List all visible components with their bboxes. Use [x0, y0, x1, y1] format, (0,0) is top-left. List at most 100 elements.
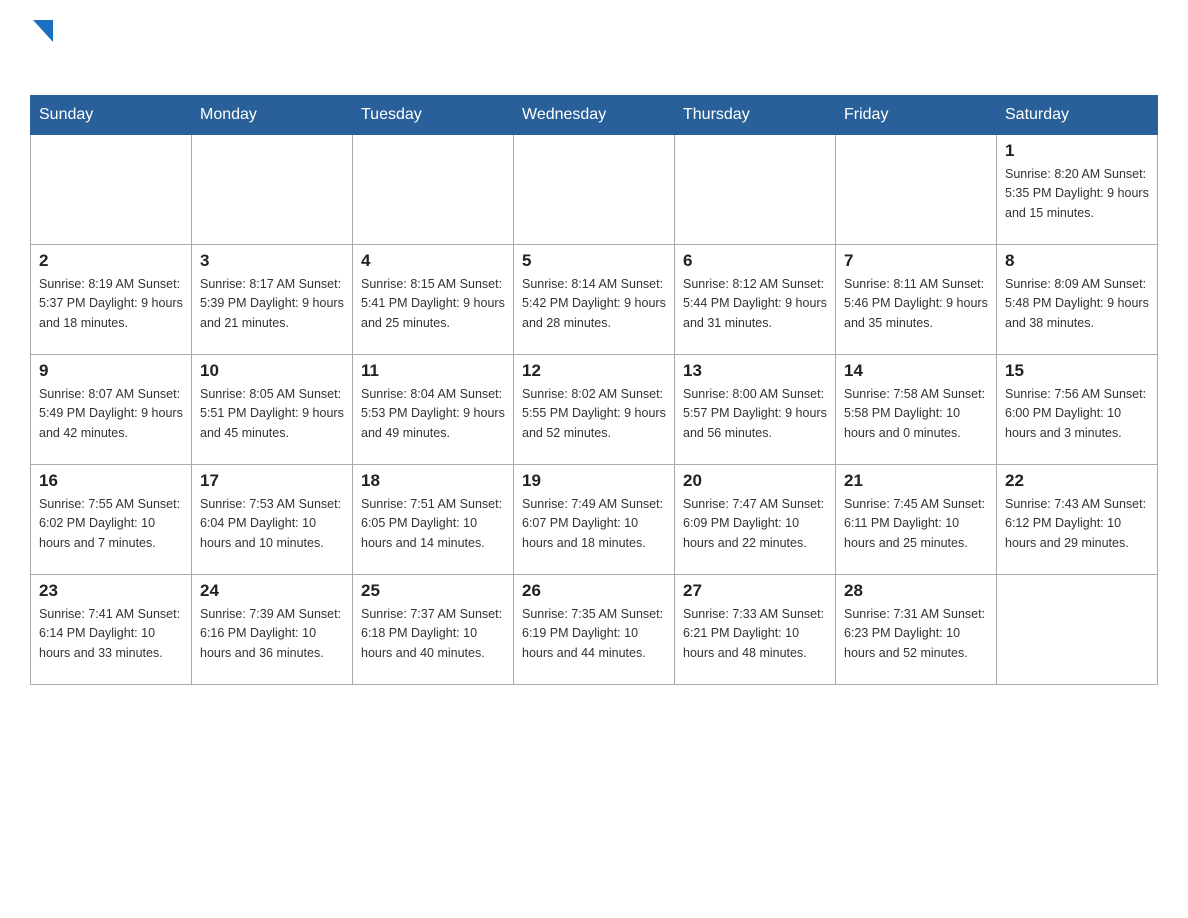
- calendar-cell: 7 Sunrise: 8:11 AM Sunset: 5:46 PM Daylig…: [836, 245, 997, 355]
- calendar-body: 1 Sunrise: 8:20 AM Sunset: 5:35 PM Daylig…: [31, 135, 1158, 685]
- day-info: Sunrise: 7:51 AM Sunset: 6:05 PM Dayligh…: [361, 495, 505, 553]
- header-sunday: Sunday: [31, 96, 192, 135]
- calendar-cell: [192, 135, 353, 245]
- calendar-cell: [31, 135, 192, 245]
- day-number: 3: [200, 251, 344, 271]
- calendar-cell: 14 Sunrise: 7:58 AM Sunset: 5:58 PM Dayli…: [836, 355, 997, 465]
- day-info: Sunrise: 7:37 AM Sunset: 6:18 PM Dayligh…: [361, 605, 505, 663]
- day-number: 27: [683, 581, 827, 601]
- day-number: 19: [522, 471, 666, 491]
- day-number: 1: [1005, 141, 1149, 161]
- calendar-cell: 13 Sunrise: 8:00 AM Sunset: 5:57 PM Dayli…: [675, 355, 836, 465]
- calendar-cell: 24 Sunrise: 7:39 AM Sunset: 6:16 PM Dayli…: [192, 575, 353, 685]
- calendar-cell: [675, 135, 836, 245]
- day-number: 7: [844, 251, 988, 271]
- header-saturday: Saturday: [997, 96, 1158, 135]
- day-number: 17: [200, 471, 344, 491]
- header-friday: Friday: [836, 96, 997, 135]
- day-number: 12: [522, 361, 666, 381]
- calendar-cell: 10 Sunrise: 8:05 AM Sunset: 5:51 PM Dayli…: [192, 355, 353, 465]
- day-info: Sunrise: 7:49 AM Sunset: 6:07 PM Dayligh…: [522, 495, 666, 553]
- day-number: 14: [844, 361, 988, 381]
- day-info: Sunrise: 7:53 AM Sunset: 6:04 PM Dayligh…: [200, 495, 344, 553]
- calendar-cell: 22 Sunrise: 7:43 AM Sunset: 6:12 PM Dayli…: [997, 465, 1158, 575]
- page-header: [30, 20, 1158, 79]
- day-number: 16: [39, 471, 183, 491]
- calendar-cell: 23 Sunrise: 7:41 AM Sunset: 6:14 PM Dayli…: [31, 575, 192, 685]
- day-info: Sunrise: 8:11 AM Sunset: 5:46 PM Dayligh…: [844, 275, 988, 333]
- calendar-cell: 4 Sunrise: 8:15 AM Sunset: 5:41 PM Daylig…: [353, 245, 514, 355]
- day-info: Sunrise: 7:58 AM Sunset: 5:58 PM Dayligh…: [844, 385, 988, 443]
- calendar-cell: 9Sunrise: 8:07 AM Sunset: 5:49 PM Daylig…: [31, 355, 192, 465]
- calendar-cell: 18 Sunrise: 7:51 AM Sunset: 6:05 PM Dayli…: [353, 465, 514, 575]
- calendar-cell: 12 Sunrise: 8:02 AM Sunset: 5:55 PM Dayli…: [514, 355, 675, 465]
- day-number: 2: [39, 251, 183, 271]
- calendar-cell: 5 Sunrise: 8:14 AM Sunset: 5:42 PM Daylig…: [514, 245, 675, 355]
- calendar-cell: 25 Sunrise: 7:37 AM Sunset: 6:18 PM Dayli…: [353, 575, 514, 685]
- calendar-cell: [997, 575, 1158, 685]
- calendar-cell: 27 Sunrise: 7:33 AM Sunset: 6:21 PM Dayli…: [675, 575, 836, 685]
- day-number: 5: [522, 251, 666, 271]
- day-info: Sunrise: 8:19 AM Sunset: 5:37 PM Dayligh…: [39, 275, 183, 333]
- header-wednesday: Wednesday: [514, 96, 675, 135]
- logo: [30, 20, 53, 79]
- header-tuesday: Tuesday: [353, 96, 514, 135]
- day-info: Sunrise: 7:33 AM Sunset: 6:21 PM Dayligh…: [683, 605, 827, 663]
- day-info: Sunrise: 8:05 AM Sunset: 5:51 PM Dayligh…: [200, 385, 344, 443]
- day-info: Sunrise: 8:07 AM Sunset: 5:49 PM Dayligh…: [39, 385, 183, 443]
- calendar-cell: 2 Sunrise: 8:19 AM Sunset: 5:37 PM Daylig…: [31, 245, 192, 355]
- calendar-header: Sunday Monday Tuesday Wednesday Thursday…: [31, 96, 1158, 135]
- day-info: Sunrise: 8:15 AM Sunset: 5:41 PM Dayligh…: [361, 275, 505, 333]
- day-number: 11: [361, 361, 505, 381]
- day-number: 25: [361, 581, 505, 601]
- day-number: 26: [522, 581, 666, 601]
- calendar-cell: 28 Sunrise: 7:31 AM Sunset: 6:23 PM Dayli…: [836, 575, 997, 685]
- calendar-cell: [514, 135, 675, 245]
- calendar-cell: 16 Sunrise: 7:55 AM Sunset: 6:02 PM Dayli…: [31, 465, 192, 575]
- day-info: Sunrise: 7:41 AM Sunset: 6:14 PM Dayligh…: [39, 605, 183, 663]
- day-info: Sunrise: 7:56 AM Sunset: 6:00 PM Dayligh…: [1005, 385, 1149, 443]
- day-number: 20: [683, 471, 827, 491]
- day-number: 28: [844, 581, 988, 601]
- day-number: 22: [1005, 471, 1149, 491]
- calendar-cell: 26 Sunrise: 7:35 AM Sunset: 6:19 PM Dayli…: [514, 575, 675, 685]
- calendar-cell: 1 Sunrise: 8:20 AM Sunset: 5:35 PM Daylig…: [997, 135, 1158, 245]
- day-info: Sunrise: 7:47 AM Sunset: 6:09 PM Dayligh…: [683, 495, 827, 553]
- day-number: 6: [683, 251, 827, 271]
- day-info: Sunrise: 8:02 AM Sunset: 5:55 PM Dayligh…: [522, 385, 666, 443]
- day-info: Sunrise: 8:09 AM Sunset: 5:48 PM Dayligh…: [1005, 275, 1149, 333]
- day-info: Sunrise: 7:39 AM Sunset: 6:16 PM Dayligh…: [200, 605, 344, 663]
- day-number: 24: [200, 581, 344, 601]
- calendar-cell: 20 Sunrise: 7:47 AM Sunset: 6:09 PM Dayli…: [675, 465, 836, 575]
- calendar-cell: 21 Sunrise: 7:45 AM Sunset: 6:11 PM Dayli…: [836, 465, 997, 575]
- day-info: Sunrise: 7:55 AM Sunset: 6:02 PM Dayligh…: [39, 495, 183, 553]
- day-number: 18: [361, 471, 505, 491]
- day-info: Sunrise: 8:12 AM Sunset: 5:44 PM Dayligh…: [683, 275, 827, 333]
- calendar-cell: 17 Sunrise: 7:53 AM Sunset: 6:04 PM Dayli…: [192, 465, 353, 575]
- calendar-cell: 15 Sunrise: 7:56 AM Sunset: 6:00 PM Dayli…: [997, 355, 1158, 465]
- calendar-cell: 3 Sunrise: 8:17 AM Sunset: 5:39 PM Daylig…: [192, 245, 353, 355]
- header-monday: Monday: [192, 96, 353, 135]
- day-number: 10: [200, 361, 344, 381]
- day-number: 8: [1005, 251, 1149, 271]
- calendar-cell: [353, 135, 514, 245]
- day-info: Sunrise: 7:31 AM Sunset: 6:23 PM Dayligh…: [844, 605, 988, 663]
- day-number: 21: [844, 471, 988, 491]
- day-info: Sunrise: 8:04 AM Sunset: 5:53 PM Dayligh…: [361, 385, 505, 443]
- day-info: Sunrise: 7:43 AM Sunset: 6:12 PM Dayligh…: [1005, 495, 1149, 553]
- logo-triangle-icon: [33, 20, 53, 42]
- calendar-cell: 8 Sunrise: 8:09 AM Sunset: 5:48 PM Daylig…: [997, 245, 1158, 355]
- calendar-cell: 6 Sunrise: 8:12 AM Sunset: 5:44 PM Daylig…: [675, 245, 836, 355]
- day-info: Sunrise: 8:00 AM Sunset: 5:57 PM Dayligh…: [683, 385, 827, 443]
- day-number: 4: [361, 251, 505, 271]
- day-info: Sunrise: 8:17 AM Sunset: 5:39 PM Dayligh…: [200, 275, 344, 333]
- calendar-table: Sunday Monday Tuesday Wednesday Thursday…: [30, 95, 1158, 685]
- day-info: Sunrise: 7:45 AM Sunset: 6:11 PM Dayligh…: [844, 495, 988, 553]
- day-number: 23: [39, 581, 183, 601]
- day-info: Sunrise: 8:20 AM Sunset: 5:35 PM Dayligh…: [1005, 165, 1149, 223]
- day-info: Sunrise: 8:14 AM Sunset: 5:42 PM Dayligh…: [522, 275, 666, 333]
- calendar-cell: 19 Sunrise: 7:49 AM Sunset: 6:07 PM Dayli…: [514, 465, 675, 575]
- day-number: 15: [1005, 361, 1149, 381]
- day-number: 13: [683, 361, 827, 381]
- day-info: Sunrise: 7:35 AM Sunset: 6:19 PM Dayligh…: [522, 605, 666, 663]
